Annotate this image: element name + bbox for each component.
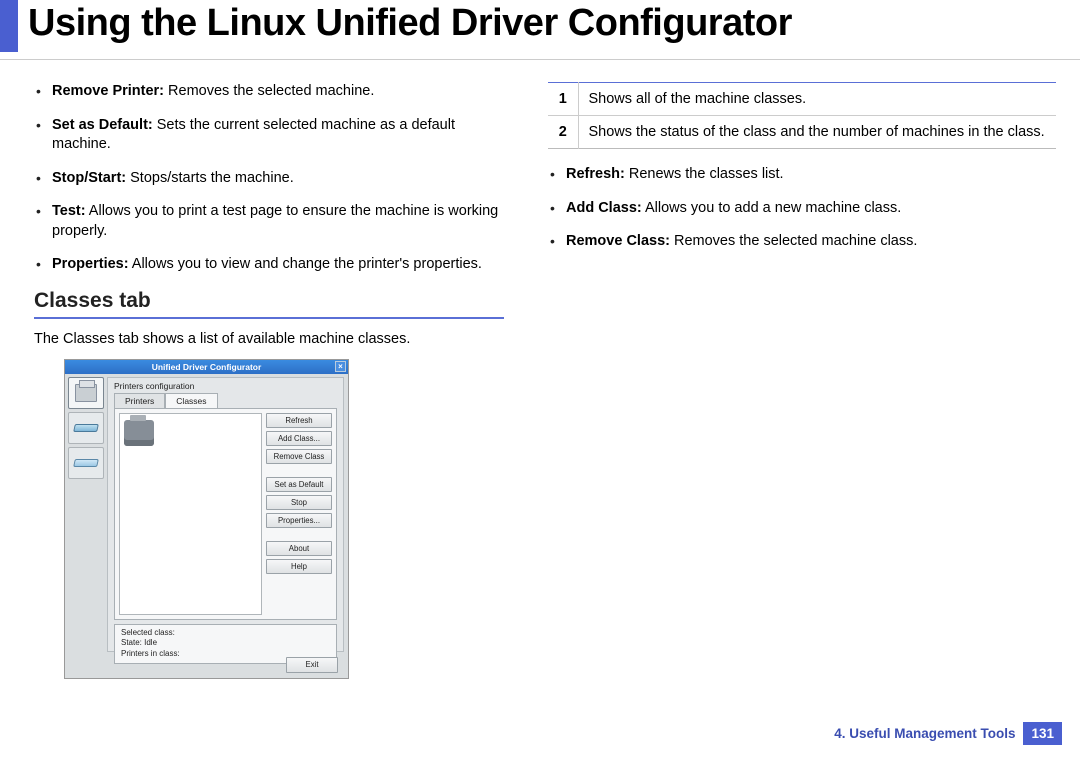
classes-panel: Refresh Add Class... Remove Class Set as…	[114, 408, 337, 620]
about-button[interactable]: About	[266, 541, 332, 556]
desc: Allows you to view and change the printe…	[129, 256, 482, 272]
tab-classes[interactable]: Classes	[165, 393, 217, 408]
desc: Allows you to add a new machine class.	[642, 200, 902, 216]
main-panel: Printers configuration Printers Classes …	[107, 377, 344, 652]
section-heading-classes-tab: Classes tab	[34, 289, 504, 319]
close-icon[interactable]: ×	[335, 361, 346, 372]
term: Remove Printer:	[52, 83, 164, 99]
tab-printers[interactable]: Printers	[114, 393, 165, 408]
page-footer: 4. Useful Management Tools 131	[834, 722, 1062, 745]
bullet-properties: Properties: Allows you to view and chang…	[34, 255, 514, 275]
class-list[interactable]	[119, 413, 262, 615]
window-titlebar: Unified Driver Configurator ×	[65, 360, 348, 374]
bullet-add-class: Add Class: Allows you to add a new machi…	[548, 199, 1056, 219]
exit-button[interactable]: Exit	[286, 657, 338, 673]
table-row: 1 Shows all of the machine classes.	[548, 83, 1056, 116]
right-column: 1 Shows all of the machine classes. 2 Sh…	[548, 82, 1056, 679]
section-intro: The Classes tab shows a list of availabl…	[34, 331, 514, 347]
set-default-button[interactable]: Set as Default	[266, 477, 332, 492]
properties-button[interactable]: Properties...	[266, 513, 332, 528]
term: Stop/Start:	[52, 170, 126, 186]
title-accent	[0, 0, 18, 52]
printer-icon	[75, 384, 97, 402]
callout-table: 1 Shows all of the machine classes. 2 Sh…	[548, 82, 1056, 149]
row-text: Shows all of the machine classes.	[578, 83, 1056, 116]
content-columns: Remove Printer: Removes the selected mac…	[0, 60, 1080, 679]
class-item-printer-icon	[124, 420, 154, 446]
bullet-set-default: Set as Default: Sets the current selecte…	[34, 116, 514, 155]
bullet-stop-start: Stop/Start: Stops/starts the machine.	[34, 169, 514, 189]
left-column: Remove Printer: Removes the selected mac…	[34, 82, 514, 679]
desc: Removes the selected machine.	[164, 83, 374, 99]
row-number: 1	[548, 83, 578, 116]
term: Set as Default:	[52, 117, 153, 133]
help-button[interactable]: Help	[266, 559, 332, 574]
stop-button[interactable]: Stop	[266, 495, 332, 510]
scanner-icon	[73, 424, 99, 432]
port-icon	[73, 459, 99, 467]
group-label: Printers configuration	[108, 378, 343, 391]
add-class-button[interactable]: Add Class...	[266, 431, 332, 446]
footer-chapter: 4. Useful Management Tools	[834, 726, 1015, 741]
row-text: Shows the status of the class and the nu…	[578, 116, 1056, 149]
status-state: State: Idle	[121, 638, 330, 648]
desc: Allows you to print a test page to ensur…	[52, 203, 498, 239]
table-row: 2 Shows the status of the class and the …	[548, 116, 1056, 149]
term: Remove Class:	[566, 233, 670, 249]
desc: Removes the selected machine class.	[670, 233, 917, 249]
sidebar-printers-button[interactable]	[68, 377, 104, 409]
term: Test:	[52, 203, 86, 219]
footer-page-number: 131	[1023, 722, 1062, 745]
embedded-screenshot: Unified Driver Configurator × Printers c…	[64, 359, 349, 679]
right-bullet-list: Refresh: Renews the classes list. Add Cl…	[548, 165, 1056, 252]
remove-class-button[interactable]: Remove Class	[266, 449, 332, 464]
bullet-refresh: Refresh: Renews the classes list.	[548, 165, 1056, 185]
window-title: Unified Driver Configurator	[152, 362, 262, 372]
row-number: 2	[548, 116, 578, 149]
desc: Stops/starts the machine.	[126, 170, 294, 186]
sidebar-scanners-button[interactable]	[68, 412, 104, 444]
term: Refresh:	[566, 166, 625, 182]
status-selected-class: Selected class:	[121, 628, 330, 638]
module-sidebar	[68, 377, 104, 479]
exit-row: Exit	[286, 657, 338, 673]
desc: Renews the classes list.	[625, 166, 784, 182]
screenshot-wrap: 1 2 Unified Driver Configurator × Printe…	[34, 359, 352, 679]
term: Properties:	[52, 256, 129, 272]
sidebar-ports-button[interactable]	[68, 447, 104, 479]
term: Add Class:	[566, 200, 642, 216]
tabs: Printers Classes	[114, 393, 337, 408]
bullet-remove-class: Remove Class: Removes the selected machi…	[548, 232, 1056, 252]
page-title: Using the Linux Unified Driver Configura…	[28, 2, 792, 45]
bullet-test: Test: Allows you to print a test page to…	[34, 202, 514, 241]
left-bullet-list: Remove Printer: Removes the selected mac…	[34, 82, 514, 275]
title-bar: Using the Linux Unified Driver Configura…	[0, 0, 1080, 60]
bullet-remove-printer: Remove Printer: Removes the selected mac…	[34, 82, 514, 102]
window-body: Printers configuration Printers Classes …	[65, 374, 348, 678]
button-column: Refresh Add Class... Remove Class Set as…	[266, 409, 336, 619]
refresh-button[interactable]: Refresh	[266, 413, 332, 428]
